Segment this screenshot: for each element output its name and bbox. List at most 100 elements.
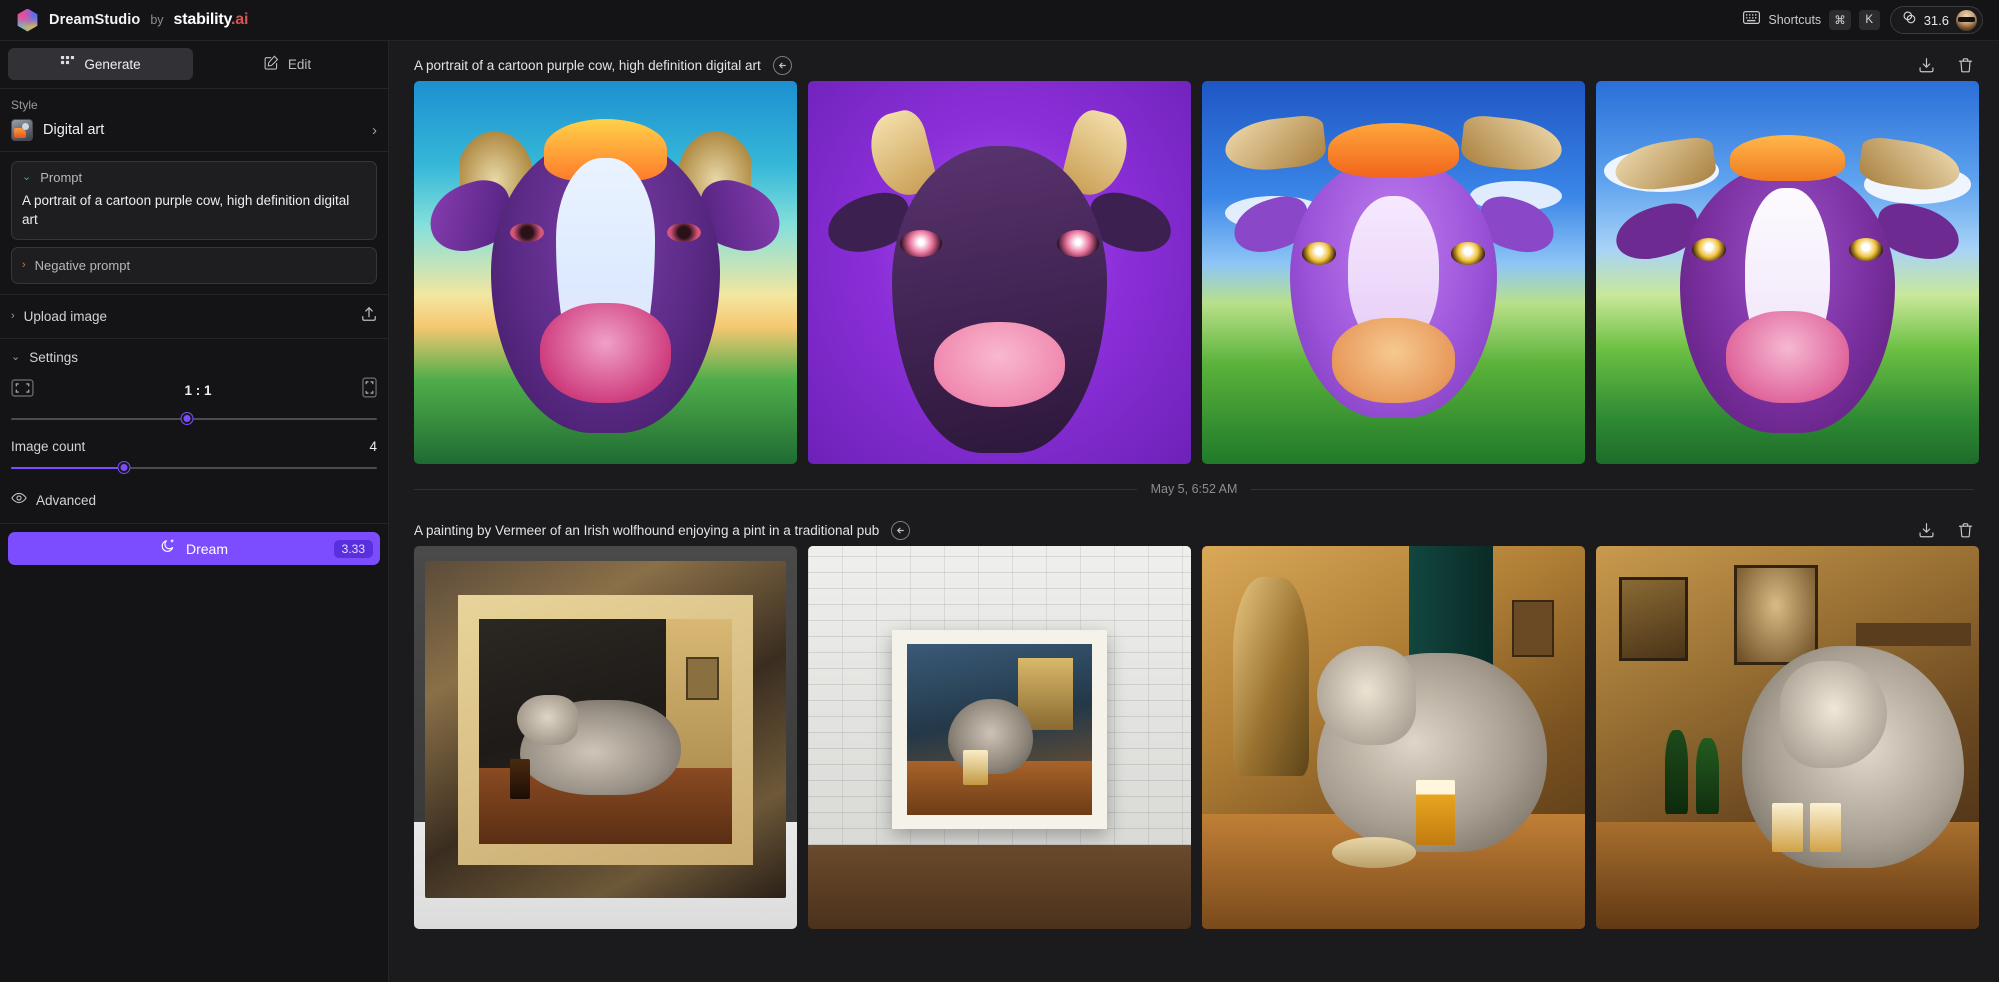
advanced-row[interactable]: Advanced <box>0 478 388 523</box>
image-count-row: Image count 4 <box>11 429 377 454</box>
art-layer <box>1332 837 1417 868</box>
sidebar-filler <box>0 574 388 982</box>
shortcuts-button[interactable]: Shortcuts ⌘ K <box>1743 10 1880 30</box>
trash-icon[interactable] <box>1957 57 1974 74</box>
tab-generate-label: Generate <box>84 56 141 72</box>
top-bar-right: Shortcuts ⌘ K 31.6 <box>1743 6 1983 34</box>
avatar[interactable] <box>1956 9 1977 31</box>
separator-line <box>414 488 1137 490</box>
upload-image-label: Upload image <box>23 309 107 324</box>
app-shell: Generate Edit Style Digital art › ⌄ Prom… <box>0 41 1999 982</box>
style-value: Digital art <box>43 122 105 138</box>
art-layer <box>1332 318 1455 403</box>
tab-edit-label: Edit <box>287 56 312 72</box>
generated-image[interactable] <box>808 546 1191 929</box>
dream-cost-badge: 3.33 <box>333 539 373 558</box>
image-count-value: 4 <box>369 439 377 454</box>
dream-button[interactable]: Dream 3.33 <box>8 532 380 565</box>
slider-fill <box>11 467 125 469</box>
art-layer <box>425 561 786 899</box>
generated-image[interactable] <box>414 81 797 464</box>
keyboard-icon <box>1743 11 1761 29</box>
generated-image[interactable] <box>808 81 1191 464</box>
moon-icon <box>160 538 176 559</box>
landscape-frame-icon[interactable] <box>11 378 34 402</box>
art-layer <box>1733 565 1819 665</box>
image-count-slider[interactable] <box>11 460 377 476</box>
art-layer <box>1664 729 1688 815</box>
style-selector[interactable]: Digital art › <box>11 119 377 141</box>
negative-prompt-box[interactable]: › Negative prompt <box>11 247 377 284</box>
arrow-left-circle-icon[interactable] <box>772 55 792 75</box>
arrow-left-circle-icon[interactable] <box>891 520 911 540</box>
separator-line <box>1251 488 1975 490</box>
chevron-down-icon: ⌄ <box>22 171 32 183</box>
style-thumbnail-icon <box>11 119 33 141</box>
advanced-label: Advanced <box>36 492 97 508</box>
prompt-box[interactable]: ⌄ Prompt A portrait of a cartoon purple … <box>11 161 377 240</box>
brand[interactable]: DreamStudio by stability.ai <box>16 8 249 32</box>
chevron-right-icon: › <box>11 310 15 322</box>
upload-image-row[interactable]: › Upload image <box>0 294 388 338</box>
chevron-right-icon: › <box>22 259 26 271</box>
generated-image[interactable] <box>1202 81 1585 464</box>
art-layer <box>509 222 545 242</box>
generation-actions <box>1918 57 1974 74</box>
date-separator-label: May 5, 6:52 AM <box>1150 482 1238 496</box>
tab-edit[interactable]: Edit <box>195 48 380 80</box>
art-layer <box>899 230 943 258</box>
tab-generate[interactable]: Generate <box>8 48 193 80</box>
art-layer <box>1618 576 1688 661</box>
style-section-label: Style <box>11 98 38 112</box>
brand-by-label: by <box>150 13 164 27</box>
portrait-frame-icon[interactable] <box>362 377 377 403</box>
credits-value: 31.6 <box>1923 12 1949 28</box>
generated-image[interactable] <box>1202 546 1585 929</box>
aspect-ratio-slider[interactable] <box>11 411 377 427</box>
art-layer <box>686 656 719 700</box>
chevron-down-icon: ⌄ <box>11 351 21 363</box>
shortcuts-label: Shortcuts <box>1768 13 1822 27</box>
grid-icon <box>60 55 75 73</box>
prompt-header[interactable]: ⌄ Prompt <box>22 170 366 185</box>
generation-header: A portrait of a cartoon purple cow, high… <box>414 41 1974 81</box>
negative-prompt-label: Negative prompt <box>34 258 131 273</box>
main-content: A portrait of a cartoon purple cow, high… <box>389 41 1999 982</box>
settings-row[interactable]: ⌄ Settings <box>0 338 388 367</box>
credits-pill[interactable]: 31.6 <box>1889 6 1983 34</box>
eye-icon <box>11 491 27 509</box>
trash-icon[interactable] <box>1957 522 1974 539</box>
prompt-label: Prompt <box>40 170 83 185</box>
art-layer <box>1232 576 1310 776</box>
shortcut-key-k[interactable]: K <box>1858 10 1880 30</box>
art-layer <box>1056 230 1100 258</box>
download-icon[interactable] <box>1918 57 1935 74</box>
art-layer <box>1691 238 1727 261</box>
art-layer <box>540 303 671 403</box>
aspect-ratio-value: 1 : 1 <box>184 382 212 398</box>
dream-button-label: Dream <box>185 540 228 557</box>
dreamstudio-logo-icon <box>17 8 38 32</box>
upload-icon[interactable] <box>361 306 377 327</box>
prompt-section: ⌄ Prompt A portrait of a cartoon purple … <box>0 151 388 294</box>
art-layer <box>1222 114 1327 175</box>
generated-image[interactable] <box>1596 546 1979 929</box>
art-layer <box>1328 123 1459 177</box>
art-layer <box>1810 802 1842 853</box>
download-icon[interactable] <box>1918 522 1935 539</box>
generation-group: A painting by Vermeer of an Irish wolfho… <box>389 506 1999 929</box>
coins-icon <box>1902 10 1917 30</box>
slider-thumb[interactable] <box>118 462 130 473</box>
art-layer <box>1779 660 1888 769</box>
image-count-label: Image count <box>11 439 86 454</box>
aspect-ratio-row: 1 : 1 <box>11 373 377 405</box>
art-layer <box>1512 599 1555 658</box>
shortcut-key-cmd[interactable]: ⌘ <box>1829 10 1851 30</box>
prompt-input[interactable]: A portrait of a cartoon purple cow, high… <box>22 191 366 229</box>
generated-image[interactable] <box>1596 81 1979 464</box>
stability-suffix: .ai <box>231 11 249 28</box>
generated-image[interactable] <box>414 546 797 929</box>
art-layer <box>1848 238 1884 261</box>
art-layer <box>1301 241 1337 265</box>
slider-thumb[interactable] <box>181 413 193 424</box>
